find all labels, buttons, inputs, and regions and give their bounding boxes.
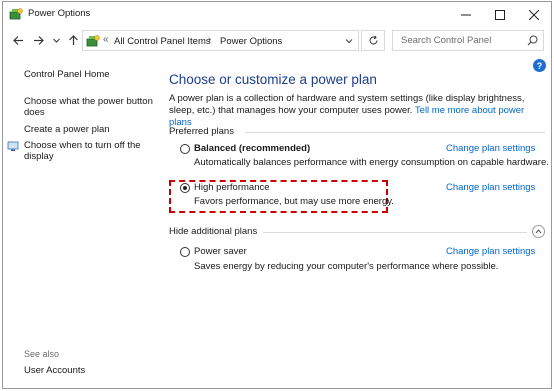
power-options-window: Power Options « All Control Panel Items … [2, 1, 552, 389]
power-options-app-icon [9, 8, 23, 20]
chevron-down-icon [52, 38, 60, 43]
display-monitor-icon [7, 141, 19, 151]
title-bar: Power Options [3, 2, 551, 27]
breadcrumb-all-control-panel-items[interactable]: All Control Panel Items [114, 36, 211, 47]
close-button[interactable] [517, 2, 551, 27]
window-title: Power Options [28, 8, 91, 19]
balanced-plan-description: Automatically balances performance with … [194, 157, 549, 168]
navigation-bar: « All Control Panel Items › Power Option… [3, 27, 551, 53]
breadcrumb-separator[interactable]: › [208, 34, 211, 45]
power-saver-radio[interactable] [180, 247, 190, 257]
collapse-plans-button[interactable] [532, 225, 545, 238]
high-performance-radio[interactable] [180, 183, 190, 193]
turn-off-display-link[interactable]: Choose when to turn off the display [24, 140, 149, 162]
power-saver-plan-description: Saves energy by reducing your computer's… [194, 261, 499, 272]
power-saver-plan-name[interactable]: Power saver [194, 246, 247, 257]
maximize-button[interactable] [483, 2, 517, 27]
close-icon [529, 9, 539, 20]
minimize-button[interactable] [449, 2, 483, 27]
create-power-plan-link[interactable]: Create a power plan [24, 124, 110, 135]
preferred-plans-label: Preferred plans [169, 126, 234, 137]
search-box[interactable] [392, 30, 544, 51]
balanced-plan-name[interactable]: Balanced (recommended) [194, 143, 310, 154]
intro-paragraph: A power plan is a collection of hardware… [169, 93, 549, 129]
arrow-right-icon [33, 35, 44, 45]
chevron-up-icon [535, 229, 542, 234]
chevron-down-icon[interactable] [344, 36, 354, 46]
search-icon[interactable] [527, 35, 538, 46]
refresh-icon [369, 35, 377, 45]
main-pane: Choose or customize a power plan A power… [163, 53, 551, 388]
high-performance-plan-description: Favors performance, but may use more ene… [194, 196, 394, 207]
divider [263, 232, 527, 233]
control-panel-home-link[interactable]: Control Panel Home [24, 69, 110, 80]
address-bar[interactable]: « All Control Panel Items › Power Option… [82, 30, 359, 51]
balanced-change-settings-link[interactable]: Change plan settings [446, 143, 535, 154]
high-performance-change-settings-link[interactable]: Change plan settings [446, 182, 535, 193]
balanced-radio[interactable] [180, 144, 190, 154]
breadcrumb-power-options[interactable]: Power Options [220, 36, 282, 47]
divider [245, 132, 545, 133]
left-pane: Control Panel Home Choose what the power… [3, 53, 163, 388]
up-button[interactable] [65, 32, 81, 48]
breadcrumb-overflow[interactable]: « [103, 34, 109, 45]
user-accounts-link[interactable]: User Accounts [24, 365, 85, 376]
back-button[interactable] [10, 32, 26, 48]
page-title: Choose or customize a power plan [169, 72, 377, 87]
power-saver-change-settings-link[interactable]: Change plan settings [446, 246, 535, 257]
arrow-left-icon [12, 35, 23, 45]
refresh-button[interactable] [361, 30, 385, 51]
high-performance-plan-name[interactable]: High performance [194, 182, 270, 193]
control-panel-icon [86, 35, 100, 47]
power-button-link[interactable]: Choose what the power button does [24, 96, 154, 118]
see-also-label: See also [24, 349, 60, 359]
minimize-icon [461, 14, 471, 15]
maximize-icon [495, 9, 505, 20]
forward-button[interactable] [30, 32, 46, 48]
hide-additional-plans-label[interactable]: Hide additional plans [169, 226, 257, 237]
recent-locations-button[interactable] [48, 32, 64, 48]
arrow-up-icon [68, 34, 78, 45]
search-input[interactable] [393, 31, 523, 50]
